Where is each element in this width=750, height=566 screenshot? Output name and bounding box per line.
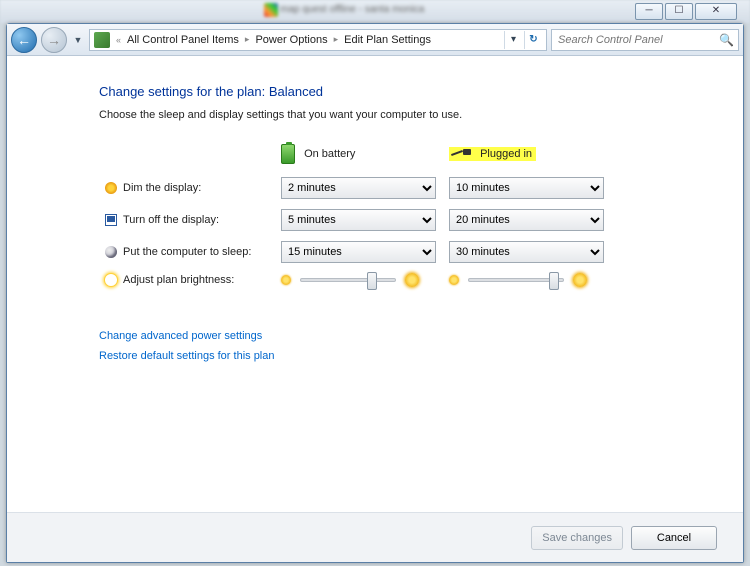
brightness-plugged-slider[interactable] [468,278,564,282]
chevron-right-icon[interactable]: ▸ [332,34,341,45]
background-tab-favicon [264,3,278,17]
column-header-plugged: Plugged in [480,148,532,160]
dim-battery-combo[interactable]: 2 minutes [281,177,436,199]
maximize-button[interactable]: ☐ [665,3,693,20]
breadcrumb-edit-plan[interactable]: Edit Plan Settings [344,34,431,46]
nav-history-dropdown[interactable]: ▼ [71,27,85,53]
window-caption-buttons: ─ ☐ ✕ [635,3,737,20]
link-restore-defaults[interactable]: Restore default settings for this plan [99,350,743,362]
brightness-battery-slider[interactable] [300,278,396,282]
page-subtitle: Choose the sleep and display settings th… [99,109,743,121]
page-title: Change settings for the plan: Balanced [99,84,743,99]
explorer-window: ─ ☐ ✕ ← → ▼ « All Control Panel Items ▸ … [6,23,744,563]
sleep-plugged-combo[interactable]: 30 minutes [449,241,604,263]
sun-max-icon [573,273,587,287]
cancel-button[interactable]: Cancel [631,526,717,550]
footer-bar: Save changes Cancel [7,512,743,562]
sun-min-icon [281,275,291,285]
refresh-icon[interactable]: ↻ [524,31,542,49]
breadcrumb-overflow-chevron[interactable]: « [114,35,123,45]
content-pane: Change settings for the plan: Balanced C… [7,56,743,512]
close-button[interactable]: ✕ [695,3,737,20]
dim-icon [105,182,117,194]
moon-icon [105,246,117,258]
row-sleep: Put the computer to sleep: 15 minutes 30… [99,236,611,268]
arrow-left-icon: ← [17,32,31,48]
row-brightness: Adjust plan brightness: [99,268,611,292]
background-tab-title: map quest offline - santa monica [280,4,424,15]
sun-max-icon [405,273,419,287]
search-box[interactable]: 🔍 [551,29,739,51]
slider-thumb[interactable] [549,272,559,290]
sleep-battery-combo[interactable]: 15 minutes [281,241,436,263]
back-button[interactable]: ← [11,27,37,53]
plug-icon [451,147,473,161]
control-panel-icon [94,32,110,48]
row-label: Turn off the display: [123,214,219,226]
battery-icon [281,144,295,164]
highlight-plugged-header: Plugged in [449,147,536,161]
save-button[interactable]: Save changes [531,526,623,550]
row-dim-display: Dim the display: 2 minutes 10 minutes [99,172,611,204]
slider-thumb[interactable] [367,272,377,290]
row-turn-off-display: Turn off the display: 5 minutes 20 minut… [99,204,611,236]
off-battery-combo[interactable]: 5 minutes [281,209,436,231]
navigation-bar: ← → ▼ « All Control Panel Items ▸ Power … [7,24,743,56]
off-plugged-combo[interactable]: 20 minutes [449,209,604,231]
search-input[interactable] [556,33,719,47]
address-bar[interactable]: « All Control Panel Items ▸ Power Option… [89,29,547,51]
breadcrumb-power-options[interactable]: Power Options [255,34,327,46]
row-label: Put the computer to sleep: [123,246,251,258]
row-label: Dim the display: [123,182,201,194]
minimize-button[interactable]: ─ [635,3,663,20]
address-dropdown-icon[interactable]: ▾ [504,31,522,49]
row-label: Adjust plan brightness: [123,274,234,286]
sun-min-icon [449,275,459,285]
settings-grid: On battery Plugged in Dim the display: 2… [99,139,611,292]
chevron-right-icon[interactable]: ▸ [243,34,252,45]
dim-plugged-combo[interactable]: 10 minutes [449,177,604,199]
forward-button[interactable]: → [41,27,67,53]
arrow-right-icon: → [47,32,61,48]
link-advanced-settings[interactable]: Change advanced power settings [99,330,743,342]
column-header-battery: On battery [304,148,355,160]
breadcrumb-all-items[interactable]: All Control Panel Items [127,34,239,46]
display-icon [105,214,117,226]
search-icon[interactable]: 🔍 [719,33,734,47]
links-section: Change advanced power settings Restore d… [99,330,743,362]
brightness-icon [105,274,117,286]
